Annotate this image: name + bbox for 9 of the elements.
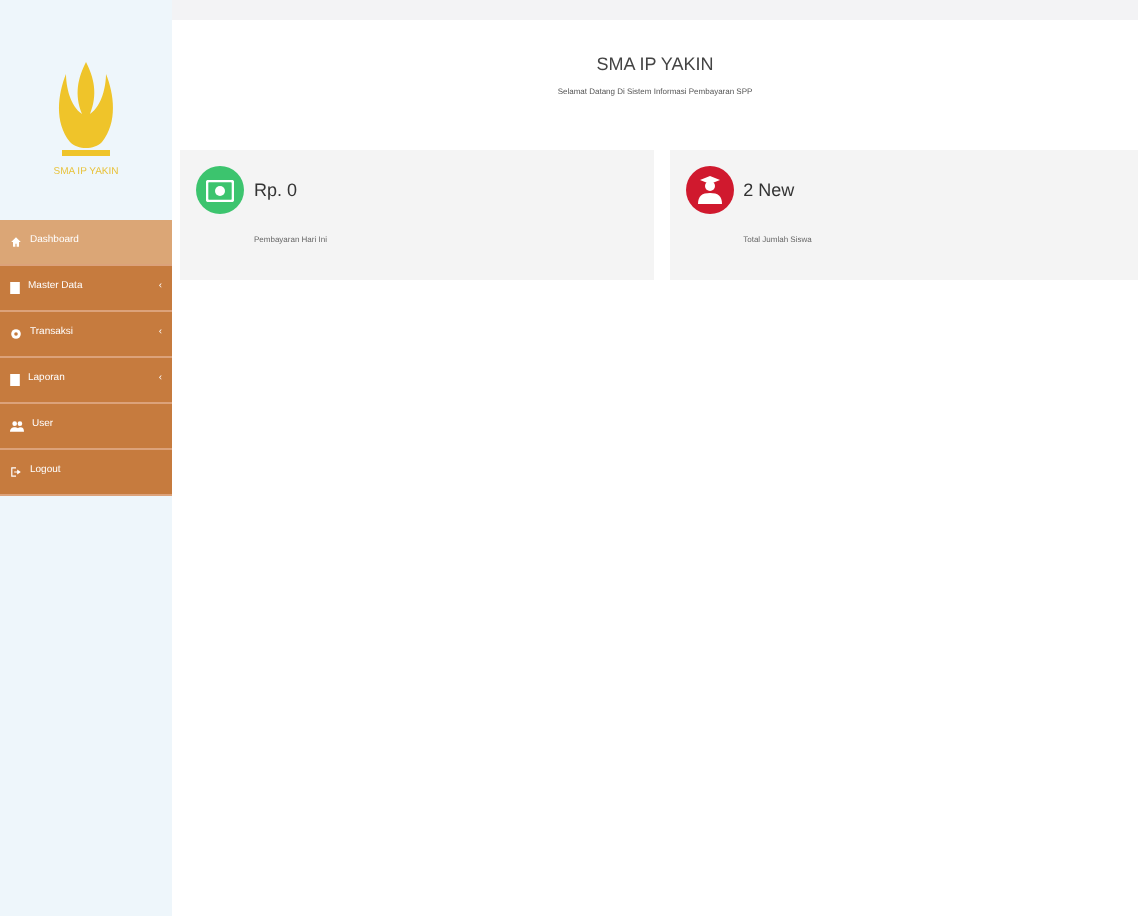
logout-icon bbox=[10, 466, 22, 478]
users-icon bbox=[10, 420, 24, 432]
document-icon bbox=[10, 374, 20, 386]
home-icon bbox=[10, 236, 22, 248]
stat-value: Rp. 0 bbox=[254, 178, 300, 204]
page-title: SMA IP YAKIN bbox=[594, 52, 716, 78]
stat-value: 2 New bbox=[743, 178, 797, 204]
gear-icon bbox=[10, 328, 22, 340]
document-icon bbox=[10, 282, 20, 294]
